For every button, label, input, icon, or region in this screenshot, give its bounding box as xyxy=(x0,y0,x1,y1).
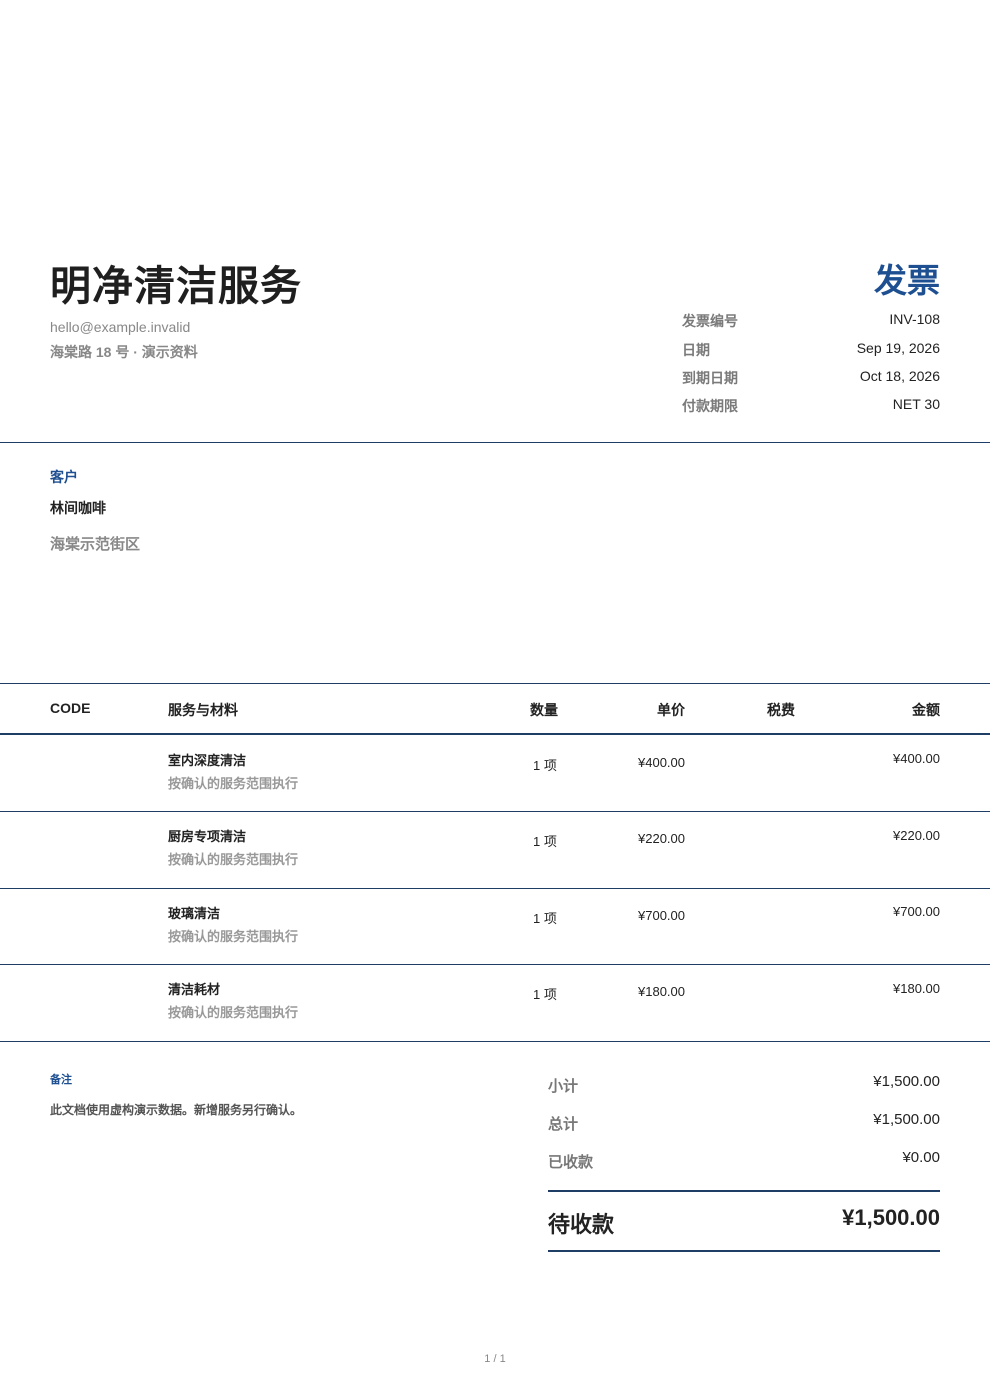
table-row: 玻璃清洁 按确认的服务范围执行 1 项 ¥700.00 ¥700.00 xyxy=(0,889,990,965)
notes-text: 此文档使用虚构演示数据。新增服务另行确认。 xyxy=(50,1103,303,1117)
subtotal-label: 小计 xyxy=(548,1078,579,1095)
meta-value: Sep 19, 2026 xyxy=(856,340,940,356)
total-label: 总计 xyxy=(548,1116,579,1133)
total-value: ¥1,500.00 xyxy=(873,1111,940,1128)
amount-due-label: 待收款 xyxy=(548,1212,615,1237)
company-email: hello@example.invalid xyxy=(50,319,191,335)
client-name: 林间咖啡 xyxy=(50,500,106,516)
meta-label: 到期日期 xyxy=(682,370,738,386)
column-header-amount: 金额 xyxy=(912,702,940,718)
row-unit-price: ¥700.00 xyxy=(638,908,685,923)
meta-row-invoice-number: 发票编号 INV-108 xyxy=(682,311,940,333)
amount-due-top-rule xyxy=(548,1190,940,1192)
row-description: 玻璃清洁 xyxy=(168,906,221,921)
row-note: 按确认的服务范围执行 xyxy=(168,852,299,867)
row-description: 厨房专项清洁 xyxy=(168,829,247,844)
table-top-rule xyxy=(0,683,990,684)
row-note: 按确认的服务范围执行 xyxy=(168,776,299,791)
row-unit-price: ¥220.00 xyxy=(638,831,685,846)
column-header-description: 服务与材料 xyxy=(168,702,238,718)
notes-label: 备注 xyxy=(50,1074,72,1086)
column-header-code: CODE xyxy=(50,700,91,716)
table-row: 厨房专项清洁 按确认的服务范围执行 1 项 ¥220.00 ¥220.00 xyxy=(0,812,990,888)
table-row: 室内深度清洁 按确认的服务范围执行 1 项 ¥400.00 ¥400.00 xyxy=(0,735,990,811)
row-description: 室内深度清洁 xyxy=(168,753,247,768)
page-number: 1 / 1 xyxy=(484,1353,506,1365)
table-bottom-rule xyxy=(0,1041,990,1042)
row-quantity: 1 项 xyxy=(533,911,557,926)
header-divider xyxy=(0,442,990,443)
row-amount: ¥180.00 xyxy=(893,981,940,996)
amount-due-bottom-rule xyxy=(548,1250,940,1252)
column-header-quantity: 数量 xyxy=(530,702,558,718)
row-amount: ¥400.00 xyxy=(893,751,940,766)
table-row: 清洁耗材 按确认的服务范围执行 1 项 ¥180.00 ¥180.00 xyxy=(0,965,990,1041)
meta-label: 日期 xyxy=(682,342,710,358)
row-quantity: 1 项 xyxy=(533,834,557,849)
row-note: 按确认的服务范围执行 xyxy=(168,929,299,944)
row-unit-price: ¥180.00 xyxy=(638,984,685,999)
row-quantity: 1 项 xyxy=(533,758,557,773)
company-address: 海棠路 18 号 · 演示资料 xyxy=(50,344,198,360)
paid-value: ¥0.00 xyxy=(902,1149,940,1166)
meta-value: INV-108 xyxy=(889,311,940,327)
amount-due-value: ¥1,500.00 xyxy=(842,1205,940,1230)
meta-row-due-date: 到期日期 Oct 18, 2026 xyxy=(682,368,940,390)
client-label: 客户 xyxy=(50,469,78,485)
column-header-unit-price: 单价 xyxy=(657,702,685,718)
paid-label: 已收款 xyxy=(548,1154,594,1171)
row-unit-price: ¥400.00 xyxy=(638,755,685,770)
meta-label: 发票编号 xyxy=(682,313,738,329)
meta-label: 付款期限 xyxy=(682,398,738,414)
subtotal-value: ¥1,500.00 xyxy=(873,1073,940,1090)
client-address: 海棠示范街区 xyxy=(50,536,141,553)
row-quantity: 1 项 xyxy=(533,987,557,1002)
row-amount: ¥220.00 xyxy=(893,828,940,843)
company-name: 明净清洁服务 xyxy=(50,263,302,309)
document-title: 发票 xyxy=(874,262,940,299)
meta-row-payment-terms: 付款期限 NET 30 xyxy=(682,396,940,418)
row-amount: ¥700.00 xyxy=(893,904,940,919)
meta-value: NET 30 xyxy=(892,396,940,412)
row-note: 按确认的服务范围执行 xyxy=(168,1005,299,1020)
meta-row-date: 日期 Sep 19, 2026 xyxy=(682,340,940,362)
column-header-tax: 税费 xyxy=(767,702,795,718)
row-description: 清洁耗材 xyxy=(168,982,221,997)
meta-value: Oct 18, 2026 xyxy=(859,368,940,384)
